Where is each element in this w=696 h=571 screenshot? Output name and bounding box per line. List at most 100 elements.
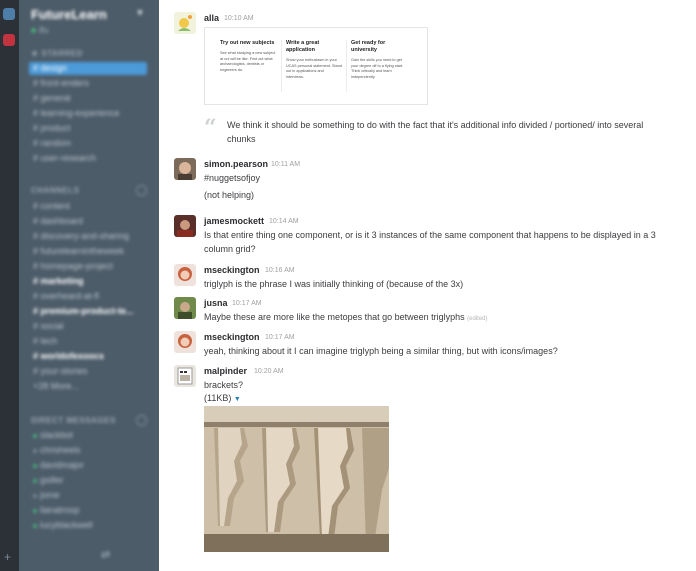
presence-dot-icon (33, 479, 37, 483)
avatar-photo-icon (174, 331, 196, 353)
sidebar-item-learning-experience[interactable]: # learning-experience (29, 107, 147, 120)
sidebar: FutureLearn ▼ ifu ★ STARRED # design # f… (19, 0, 159, 571)
sidebar-item-marketing[interactable]: # marketing (29, 275, 147, 288)
starred-header-label: STARRED (41, 49, 83, 58)
caret-down-icon[interactable]: ▼ (234, 396, 241, 403)
avatar[interactable] (174, 215, 196, 237)
username[interactable]: simon.pearson (204, 159, 268, 169)
dm-item-lianatroop[interactable]: lianatroop (29, 504, 147, 517)
presence-dot-icon (33, 449, 37, 453)
quote-icon: “ (204, 115, 217, 141)
avatar-photo-icon (174, 365, 196, 387)
timestamp[interactable]: 10:10 AM (224, 15, 254, 22)
image-attachment-card[interactable]: Try out new subjects See what studying a… (204, 27, 428, 105)
avatar[interactable] (174, 12, 196, 34)
presence-dot-icon (33, 494, 37, 498)
avatar-photo-icon (174, 158, 196, 180)
starred-header[interactable]: ★ STARRED (31, 49, 83, 58)
add-channel-icon[interactable] (136, 185, 147, 196)
avatar-photo-icon (174, 215, 196, 237)
timestamp[interactable]: 10:11 AM (271, 161, 300, 168)
timestamp[interactable]: 10:17 AM (265, 334, 295, 341)
direct-messages-header[interactable]: DIRECT MESSAGES (31, 416, 116, 425)
username[interactable]: jusna (204, 298, 228, 308)
team-icon[interactable] (3, 8, 15, 20)
dm-item-chrisheels[interactable]: chrisheels (29, 444, 147, 457)
team-switcher-rail: + (0, 0, 19, 571)
presence-dot-icon (33, 464, 37, 468)
user-status: ifu (31, 25, 49, 35)
timestamp[interactable]: 10:14 AM (269, 218, 299, 225)
sidebar-item-social[interactable]: # social (29, 320, 147, 333)
message-text: We think it should be something to do wi… (227, 120, 644, 144)
brackets-photo (204, 406, 389, 552)
image-attachment[interactable] (204, 406, 389, 552)
sidebar-item-front-enders[interactable]: # front-enders (29, 77, 147, 90)
message-text: triglyph is the phrase I was initially t… (204, 279, 464, 289)
dm-item-gsiller[interactable]: gsiller (29, 474, 147, 487)
edited-label: (edited) (467, 316, 488, 322)
channels-header[interactable]: CHANNELS (31, 186, 79, 195)
username[interactable]: mseckington (204, 332, 260, 342)
shuffle-icon[interactable]: ⇄ (101, 548, 110, 561)
avatar[interactable] (174, 158, 196, 180)
card-title: Try out new subjects (220, 40, 275, 46)
message-text: brackets? (204, 380, 244, 390)
sidebar-item-design[interactable]: # design (29, 62, 147, 75)
card-column: Try out new subjects See what studying a… (220, 40, 276, 73)
avatar[interactable] (174, 365, 196, 387)
team-icon[interactable] (3, 34, 15, 46)
timestamp[interactable]: 10:17 AM (232, 300, 262, 307)
sidebar-item-your-stories[interactable]: # your-stories (29, 365, 147, 378)
file-size-toggle[interactable]: (11KB) ▼ (204, 393, 241, 403)
sidebar-item-more-channels[interactable]: +28 More... (29, 380, 147, 393)
dm-item-jome[interactable]: jome (29, 489, 147, 502)
chevron-down-icon[interactable]: ▼ (135, 8, 145, 19)
sidebar-item-dashboard[interactable]: # dashboard (29, 215, 147, 228)
presence-dot-icon (33, 434, 37, 438)
card-title: Get ready for university (351, 40, 386, 53)
card-text: Show your enthusiasm in your UCAS person… (286, 58, 342, 79)
username[interactable]: mseckington (204, 265, 260, 275)
avatar[interactable] (174, 264, 196, 286)
message-body: Maybe these are more like the metopes th… (204, 312, 465, 322)
timestamp[interactable]: 10:16 AM (265, 267, 295, 274)
add-team-icon[interactable]: + (4, 551, 11, 563)
card-divider (346, 40, 347, 92)
sidebar-item-content[interactable]: # content (29, 200, 147, 213)
sidebar-item-discovery-and-sharing[interactable]: # discovery-and-sharing (29, 230, 147, 243)
add-dm-icon[interactable] (136, 415, 147, 426)
username[interactable]: jamesmockett (204, 216, 264, 226)
sidebar-item-futurelearnintheweek[interactable]: # futurelearnintheweek (29, 245, 147, 258)
message-text: Maybe these are more like the metopes th… (204, 312, 488, 322)
sidebar-item-product[interactable]: # product (29, 122, 147, 135)
username[interactable]: malpinder (204, 366, 247, 376)
sidebar-item-random[interactable]: # random (29, 137, 147, 150)
sidebar-item-tech[interactable]: # tech (29, 335, 147, 348)
dm-label: lianatroop (40, 505, 80, 515)
team-name[interactable]: FutureLearn (31, 7, 107, 22)
username[interactable]: alla (204, 13, 219, 23)
sidebar-item-premium-product[interactable]: # premium-product-te... (29, 305, 147, 318)
sidebar-item-homepage-project[interactable]: # homepage-project (29, 260, 147, 273)
sidebar-item-overheard-at-fl[interactable]: # overheard-at-fl (29, 290, 147, 303)
card-column: Get ready for university Gain the skills… (351, 40, 407, 80)
card-text: See what studying a new subject at uni w… (220, 51, 276, 72)
timestamp[interactable]: 10:20 AM (254, 368, 284, 375)
avatar-photo-icon (174, 297, 196, 319)
dm-item-davidmajor[interactable]: davidmajor (29, 459, 147, 472)
avatar[interactable] (174, 297, 196, 319)
dm-item-lucyblackwell[interactable]: lucyblackwell (29, 519, 147, 532)
dm-label: jome (40, 490, 60, 500)
message-text: yeah, thinking about it I can imagine tr… (204, 346, 558, 356)
card-text: Gain the skills you need to get your deg… (351, 58, 404, 79)
dm-item-slackbot[interactable]: slackbot (29, 429, 147, 442)
sidebar-item-general[interactable]: # general (29, 92, 147, 105)
sidebar-item-worldofexoocs[interactable]: # worldofexoocs (29, 350, 147, 363)
sidebar-item-user-research[interactable]: # user-research (29, 152, 147, 165)
message-text: (not helping) (204, 190, 255, 200)
dm-label: gsiller (40, 475, 64, 485)
message-text: Is that entire thing one component, or i… (204, 230, 656, 240)
avatar[interactable] (174, 331, 196, 353)
presence-dot-icon (33, 524, 37, 528)
